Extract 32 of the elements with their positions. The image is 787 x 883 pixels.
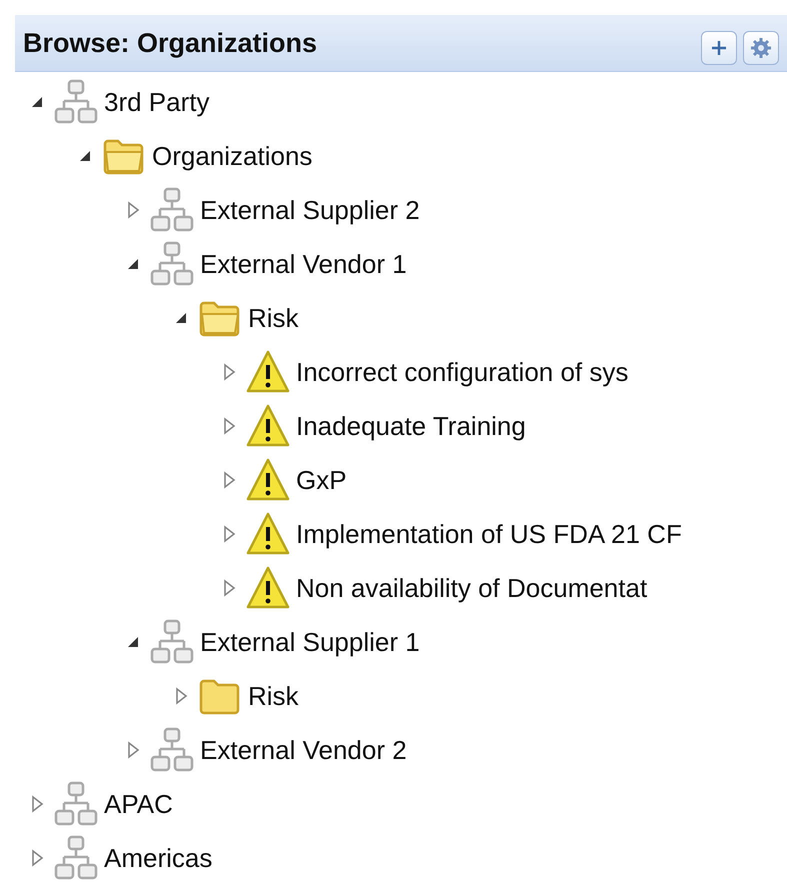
warning-icon [246, 565, 290, 611]
tree-item[interactable]: External Vendor 1 [200, 248, 407, 280]
add-button[interactable] [701, 31, 737, 65]
hierarchy-icon [150, 619, 194, 665]
tree-item[interactable]: Inadequate Training [296, 410, 526, 442]
tree-item[interactable]: External Vendor 2 [200, 734, 407, 766]
tree-item[interactable]: Risk [248, 302, 299, 334]
tree-item[interactable]: Americas [104, 842, 212, 874]
hierarchy-icon [150, 727, 194, 773]
tree-item[interactable]: APAC [104, 788, 173, 820]
hierarchy-icon [54, 79, 98, 125]
hierarchy-icon [54, 781, 98, 827]
warning-icon [246, 349, 290, 395]
panel-title: Browse: Organizations [23, 28, 318, 58]
tree-item[interactable]: GxP [296, 464, 347, 496]
warning-icon [246, 511, 290, 557]
add-icon [709, 38, 729, 58]
hierarchy-icon [54, 835, 98, 881]
warning-icon [246, 403, 290, 449]
tree-item[interactable]: Incorrect configuration of sys [296, 356, 628, 388]
settings-icon [750, 37, 772, 59]
tree-item[interactable]: External Supplier 1 [200, 626, 420, 658]
tree-item[interactable]: Non availability of Documentat [296, 572, 648, 604]
tree-item[interactable]: Implementation of US FDA 21 CF [296, 518, 682, 550]
hierarchy-icon [150, 187, 194, 233]
tree-item[interactable]: Risk [248, 680, 299, 712]
hierarchy-icon [150, 241, 194, 287]
settings-button[interactable] [743, 31, 779, 65]
warning-icon [246, 457, 290, 503]
tree-item[interactable]: Organizations [152, 140, 312, 172]
tree-item[interactable]: 3rd Party [104, 86, 210, 118]
tree-item[interactable]: External Supplier 2 [200, 194, 420, 226]
